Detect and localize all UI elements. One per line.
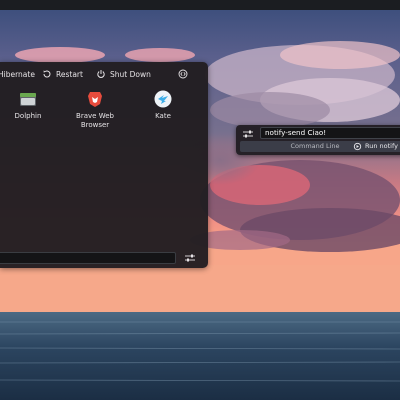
run-action-label: Run notify <box>365 142 399 150</box>
app-dolphin[interactable]: Dolphin <box>0 90 58 121</box>
restart-icon <box>43 70 51 78</box>
run-command-icon <box>353 142 362 151</box>
result-category: Command Line <box>290 142 340 150</box>
hibernate-button[interactable]: Hibernate <box>0 66 35 82</box>
app-kate[interactable]: Kate <box>133 90 193 121</box>
launcher-search-input[interactable] <box>0 252 176 264</box>
more-options-icon[interactable] <box>178 69 188 79</box>
kate-bird-icon <box>154 90 172 108</box>
app-dolphin-label: Dolphin <box>14 112 42 120</box>
krunner-config-icon[interactable] <box>242 128 254 140</box>
shutdown-button[interactable]: Shut Down <box>96 66 151 82</box>
top-panel <box>0 0 400 10</box>
dolphin-folder-icon <box>20 93 36 106</box>
app-brave-web-browser[interactable]: Brave Web Browser <box>65 90 125 129</box>
application-launcher: Hibernate Restart Shut Down Dolphin Brav… <box>0 62 208 268</box>
brave-lion-icon <box>88 92 102 107</box>
power-actions: Hibernate Restart Shut Down <box>0 66 208 82</box>
app-kate-label: Kate <box>155 112 171 120</box>
app-brave-label: Brave Web Browser <box>76 112 114 129</box>
restart-label: Restart <box>56 69 83 79</box>
hibernate-label: Hibernate <box>0 69 35 79</box>
krunner-popup: notify-send Ciao! Command Line Run notif… <box>236 125 400 155</box>
power-icon <box>97 70 105 78</box>
configure-sliders-icon[interactable] <box>184 252 196 264</box>
krunner-search-input[interactable]: notify-send Ciao! <box>260 127 400 139</box>
shutdown-label: Shut Down <box>110 69 151 79</box>
restart-button[interactable]: Restart <box>42 66 83 82</box>
krunner-result-row[interactable]: Command Line Run notify <box>240 141 400 152</box>
